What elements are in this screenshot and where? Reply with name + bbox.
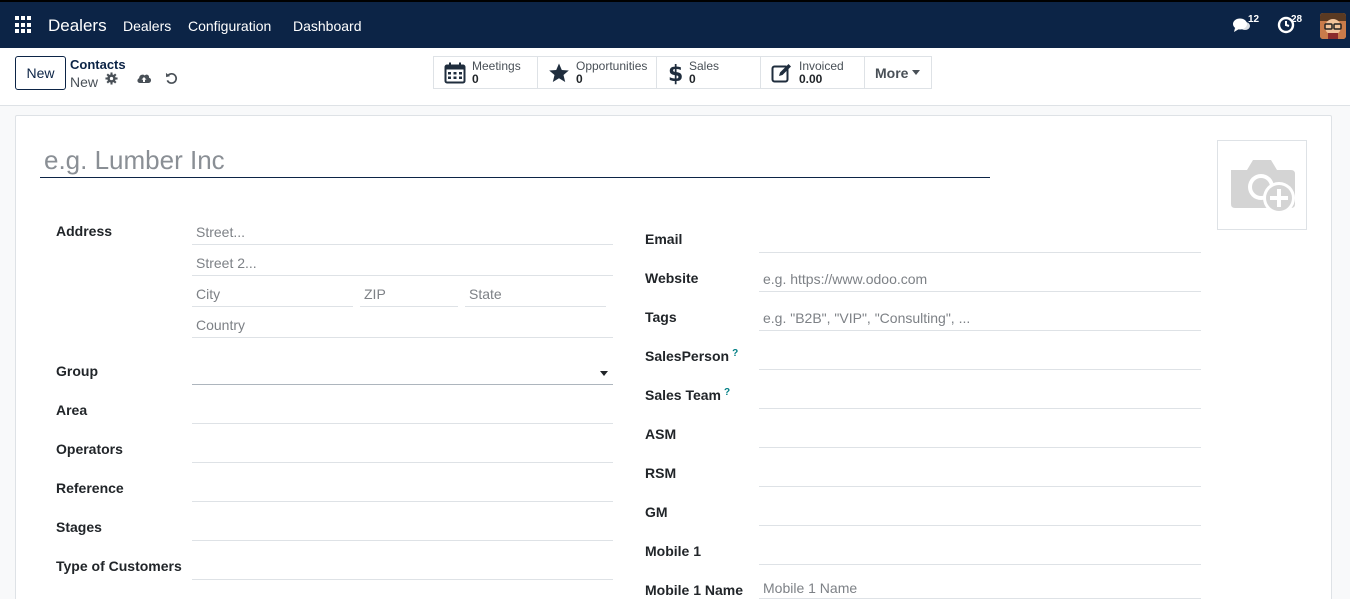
operators-label: Operators [56, 441, 123, 457]
meetings-value: 0 [472, 71, 479, 86]
messages-count-badge: 12 [1248, 14, 1260, 25]
invoiced-stat-button[interactable]: Invoiced 0.00 [761, 57, 865, 88]
sales-stat-button[interactable]: $ Sales 0 [657, 57, 761, 88]
reference-label: Reference [56, 480, 124, 496]
reference-input[interactable] [192, 476, 613, 502]
sales-value: 0 [689, 71, 696, 86]
tags-input[interactable] [759, 305, 1201, 331]
invoiced-label: Invoiced [799, 58, 844, 73]
help-tooltip-icon[interactable]: ? [724, 387, 730, 398]
opportunities-value: 0 [576, 71, 583, 86]
country-input[interactable] [192, 312, 613, 338]
company-name-input[interactable] [40, 143, 990, 178]
sales-team-input[interactable] [759, 383, 1201, 409]
caret-down-icon [600, 371, 608, 376]
star-icon [549, 63, 569, 82]
help-tooltip-icon[interactable]: ? [732, 348, 738, 359]
zip-input[interactable] [360, 281, 458, 307]
new-button[interactable]: New [15, 56, 66, 90]
mobile1-input[interactable] [759, 539, 1201, 565]
salesperson-label-text: SalesPerson [645, 348, 730, 364]
customer-type-input[interactable] [192, 554, 613, 580]
email-label: Email [645, 231, 683, 247]
asm-label: ASM [645, 426, 677, 442]
street-input[interactable] [192, 219, 613, 245]
gm-label: GM [645, 504, 668, 520]
dollar-icon: $ [668, 62, 683, 85]
opportunities-label: Opportunities [576, 58, 648, 73]
stages-input[interactable] [192, 515, 613, 541]
svg-text:$: $ [668, 62, 683, 85]
gm-input[interactable] [759, 500, 1201, 526]
activities-count-badge: 28 [1291, 14, 1303, 25]
image-upload[interactable] [1217, 140, 1307, 230]
edit-document-icon [771, 63, 791, 82]
more-label: More [875, 64, 909, 81]
rsm-label: RSM [645, 465, 677, 481]
group-select[interactable] [192, 359, 613, 385]
apps-menu-icon[interactable] [15, 16, 33, 34]
sales-label: Sales [689, 58, 720, 73]
menu-dashboard[interactable]: Dashboard [293, 18, 362, 34]
breadcrumb-current: New [70, 74, 99, 90]
operators-input[interactable] [192, 437, 613, 463]
email-input[interactable] [759, 227, 1201, 253]
area-label: Area [56, 402, 88, 418]
website-label: Website [645, 270, 699, 286]
breadcrumb-contacts[interactable]: Contacts [70, 57, 126, 72]
meetings-stat-button[interactable]: Meetings 0 [434, 57, 538, 88]
app-brand[interactable]: Dealers [48, 16, 107, 36]
top-navbar: Dealers Dealers Configuration Dashboard … [0, 0, 1350, 48]
menu-configuration[interactable]: Configuration [188, 18, 271, 34]
website-input[interactable] [759, 266, 1201, 292]
mobile1-name-input[interactable] [759, 578, 1201, 599]
state-input[interactable] [465, 281, 606, 307]
smart-buttons: Meetings 0 Opportunities 0 $ Sales 0 Inv… [433, 56, 932, 89]
address-label: Address [56, 223, 113, 239]
meetings-label: Meetings [472, 58, 521, 73]
group-label: Group [56, 363, 98, 379]
asm-input[interactable] [759, 422, 1201, 448]
more-dropdown-button[interactable]: More [865, 57, 931, 88]
cloud-upload-icon[interactable] [136, 71, 152, 88]
mobile1-name-label: Mobile 1 Name [645, 582, 744, 598]
rsm-input[interactable] [759, 461, 1201, 487]
user-avatar[interactable] [1320, 13, 1346, 39]
sales-team-label: Sales Team? [645, 387, 730, 403]
invoiced-value: 0.00 [799, 71, 823, 86]
sales-team-label-text: Sales Team [645, 387, 722, 403]
camera-add-icon [1231, 160, 1295, 214]
mobile1-label: Mobile 1 [645, 543, 702, 559]
salesperson-input[interactable] [759, 344, 1201, 370]
tags-label: Tags [645, 309, 677, 325]
discard-undo-icon[interactable] [165, 72, 178, 88]
opportunities-stat-button[interactable]: Opportunities 0 [538, 57, 657, 88]
city-input[interactable] [192, 281, 353, 307]
calendar-icon [444, 62, 466, 83]
customer-type-label: Type of Customers [56, 558, 182, 574]
caret-down-icon [912, 70, 921, 75]
stages-label: Stages [56, 519, 102, 535]
area-input[interactable] [192, 398, 613, 424]
gear-icon[interactable] [105, 72, 118, 88]
salesperson-label: SalesPerson? [645, 348, 738, 364]
menu-dealers[interactable]: Dealers [123, 18, 171, 34]
control-panel: New Contacts New Meetings 0 Opportunitie… [0, 48, 1350, 106]
street2-input[interactable] [192, 250, 613, 276]
